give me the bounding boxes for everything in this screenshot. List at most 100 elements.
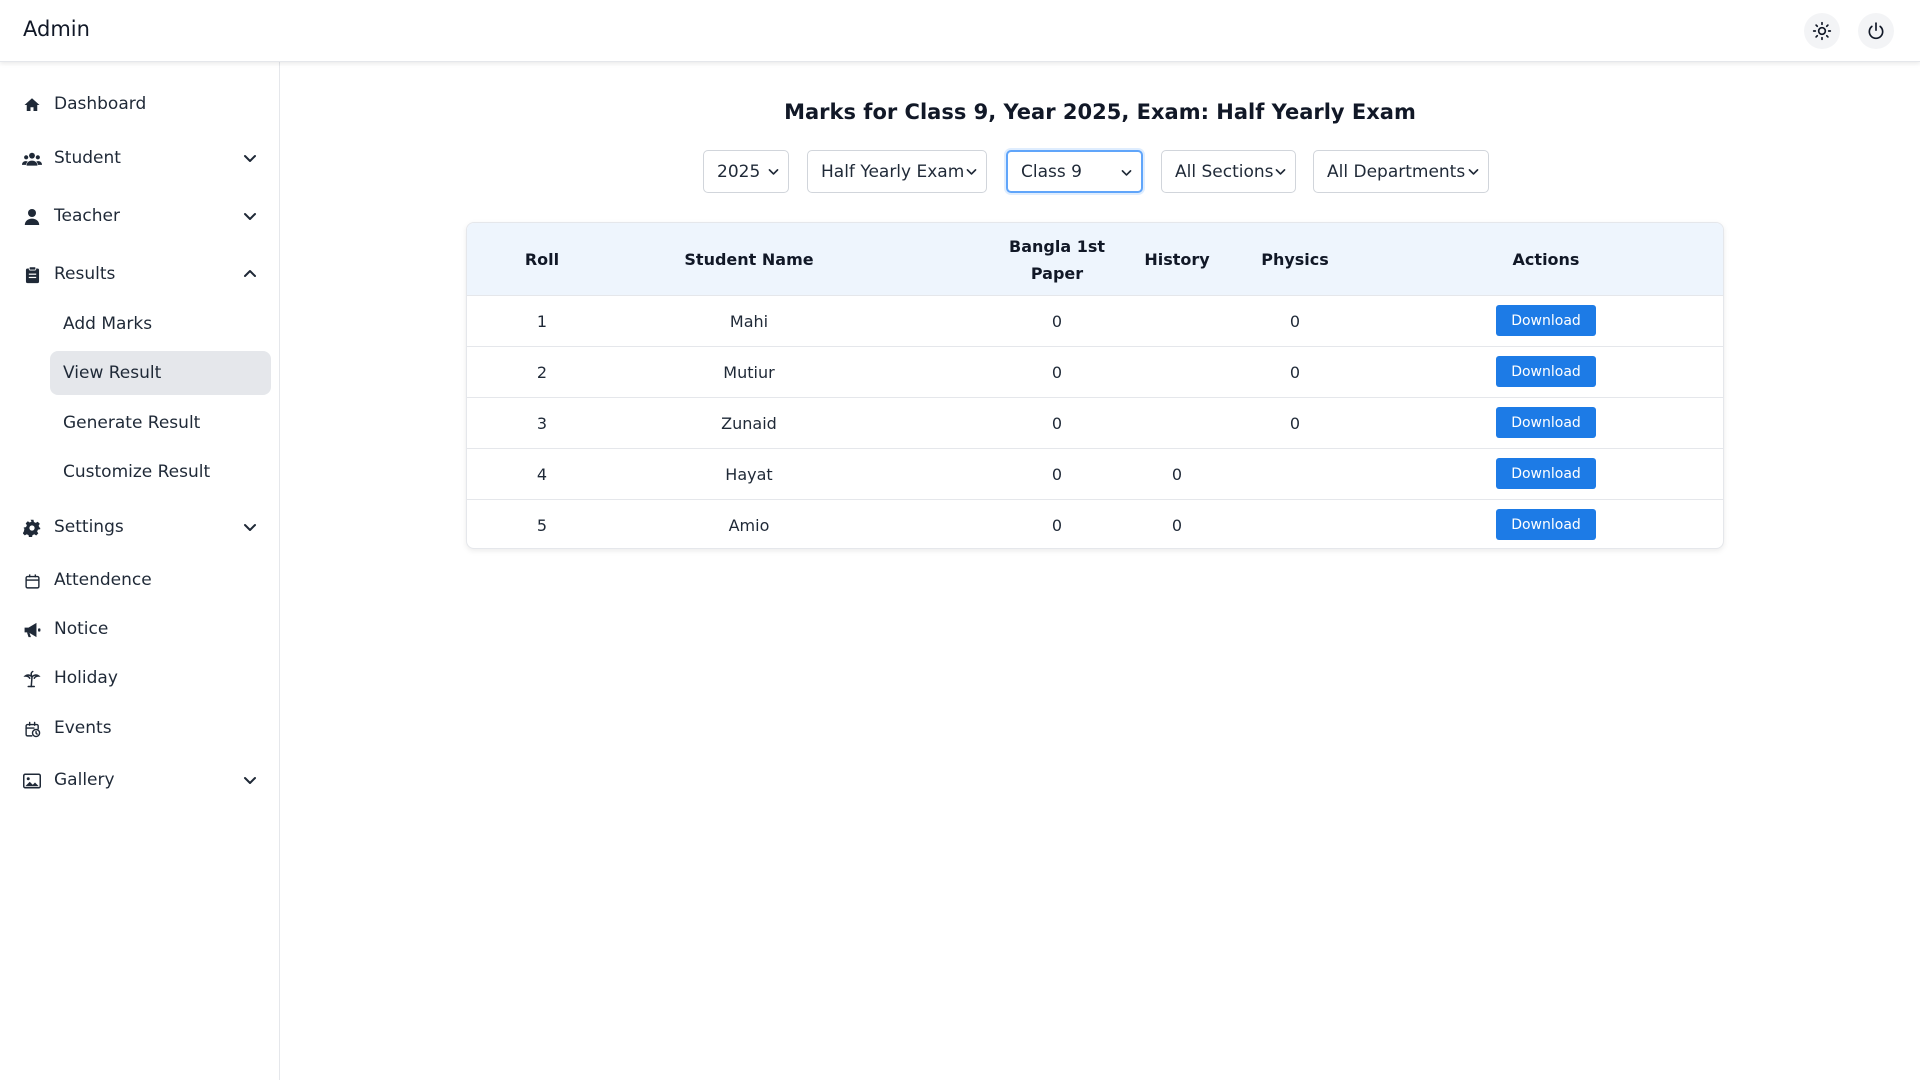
cell-student-name: Hayat (725, 464, 773, 484)
users-icon (22, 149, 42, 169)
chevron-down-icon (1121, 170, 1132, 176)
sidebar-subitem-label: View Result (63, 363, 162, 383)
chevron-down-icon (1468, 169, 1479, 175)
table-row: 5 Amio 0 0 Download (467, 500, 1723, 548)
page-title: Marks for Class 9, Year 2025, Exam: Half… (784, 100, 1416, 124)
sidebar-subitem-generate-result[interactable]: Generate Result (50, 401, 271, 445)
cell-history: 0 (1171, 464, 1183, 484)
sidebar-item-label: Holiday (54, 668, 118, 688)
cell-history: 0 (1171, 515, 1183, 535)
sidebar-item-label: Attendence (54, 570, 152, 590)
power-icon (1868, 22, 1884, 40)
cell-roll: 5 (536, 515, 548, 535)
marks-table: Roll Student Name Bangla 1st Paper Histo… (466, 222, 1724, 549)
top-bar: Admin (0, 0, 1920, 62)
chevron-down-icon (244, 777, 256, 784)
cell-student-name: Zunaid (721, 413, 777, 433)
download-button[interactable]: Download (1496, 407, 1596, 438)
department-select[interactable]: All Departments (1313, 150, 1489, 193)
download-button[interactable]: Download (1496, 458, 1596, 489)
section-select-value: All Sections (1175, 161, 1274, 182)
chevron-down-icon (244, 524, 256, 531)
cell-roll: 3 (536, 413, 548, 433)
class-select-value: Class 9 (1021, 161, 1082, 182)
palm-tree-icon (22, 669, 42, 689)
column-header-physics: Physics (1261, 250, 1329, 269)
user-icon (22, 207, 42, 227)
chevron-down-icon (1275, 169, 1286, 175)
cell-student-name: Mutiur (723, 362, 775, 382)
gear-icon (22, 518, 42, 538)
cell-physics (1235, 449, 1355, 499)
cell-history (1127, 398, 1227, 448)
sidebar-item-student[interactable]: Student (0, 136, 280, 180)
cell-student-name: Mahi (729, 311, 769, 331)
table-row: 4 Hayat 0 0 Download (467, 449, 1723, 500)
column-header-history: History (1144, 250, 1210, 269)
chevron-up-icon (244, 270, 256, 277)
table-row: 3 Zunaid 0 0 Download (467, 398, 1723, 449)
sidebar-item-events[interactable]: Events (0, 706, 280, 750)
sun-icon (1812, 21, 1832, 41)
sidebar-item-results[interactable]: Results (0, 252, 280, 296)
image-icon (22, 771, 42, 791)
app-title: Admin (23, 17, 90, 41)
cell-history (1127, 347, 1227, 397)
chevron-down-icon (768, 169, 779, 175)
column-header-student-name: Student Name (684, 250, 814, 269)
sidebar-item-notice[interactable]: Notice (0, 607, 280, 651)
section-select[interactable]: All Sections (1161, 150, 1296, 193)
home-icon (22, 95, 42, 115)
cell-bangla: 0 (1051, 311, 1063, 331)
sidebar-subitem-label: Generate Result (63, 413, 201, 433)
sidebar-subitem-label: Customize Result (63, 462, 211, 482)
column-header-bangla: Bangla 1st Paper (997, 223, 1117, 296)
cell-student-name: Amio (728, 515, 770, 535)
sidebar-subitem-label: Add Marks (63, 314, 153, 334)
chevron-down-icon (244, 155, 256, 162)
sidebar-item-label: Student (54, 148, 121, 168)
cell-physics: 0 (1289, 311, 1301, 331)
sidebar-item-settings[interactable]: Settings (0, 505, 280, 549)
exam-select-value: Half Yearly Exam (821, 161, 965, 182)
sidebar-item-label: Notice (54, 619, 109, 639)
cell-bangla: 0 (1051, 515, 1063, 535)
theme-toggle-button[interactable] (1804, 13, 1840, 49)
sidebar-item-label: Gallery (54, 770, 115, 790)
download-button[interactable]: Download (1496, 305, 1596, 336)
sidebar: Dashboard Student Teacher Results Add Ma… (0, 62, 280, 1080)
calendar-icon (22, 571, 42, 591)
column-header-bangla-line1: Bangla 1st (1009, 236, 1105, 256)
sidebar-item-label: Events (54, 718, 112, 738)
sidebar-item-dashboard[interactable]: Dashboard (0, 82, 280, 126)
clipboard-icon (22, 265, 42, 285)
sidebar-subitem-add-marks[interactable]: Add Marks (50, 302, 271, 346)
sidebar-subitem-customize-result[interactable]: Customize Result (50, 450, 271, 494)
table-row: 1 Mahi 0 0 Download (467, 296, 1723, 347)
class-select[interactable]: Class 9 (1006, 150, 1143, 193)
sidebar-item-attendence[interactable]: Attendence (0, 558, 280, 602)
department-select-value: All Departments (1327, 161, 1466, 182)
chevron-down-icon (244, 213, 256, 220)
sidebar-item-label: Settings (54, 517, 124, 537)
calendar-clock-icon (22, 719, 42, 739)
download-button[interactable]: Download (1496, 509, 1596, 540)
sidebar-item-holiday[interactable]: Holiday (0, 656, 280, 700)
download-button[interactable]: Download (1496, 356, 1596, 387)
cell-bangla: 0 (1051, 413, 1063, 433)
megaphone-icon (22, 620, 42, 640)
chevron-down-icon (966, 169, 977, 175)
sidebar-item-teacher[interactable]: Teacher (0, 194, 280, 238)
sidebar-subitem-view-result[interactable]: View Result (50, 351, 271, 395)
sidebar-item-gallery[interactable]: Gallery (0, 758, 280, 802)
sidebar-item-label: Teacher (54, 206, 120, 226)
cell-history (1127, 296, 1227, 346)
cell-bangla: 0 (1051, 464, 1063, 484)
exam-select[interactable]: Half Yearly Exam (807, 150, 987, 193)
logout-button[interactable] (1858, 13, 1894, 49)
column-header-roll: Roll (524, 250, 560, 269)
year-select[interactable]: 2025 (703, 150, 789, 193)
column-header-actions: Actions (1512, 250, 1580, 269)
sidebar-item-label: Results (54, 264, 116, 284)
cell-roll: 4 (536, 464, 548, 484)
